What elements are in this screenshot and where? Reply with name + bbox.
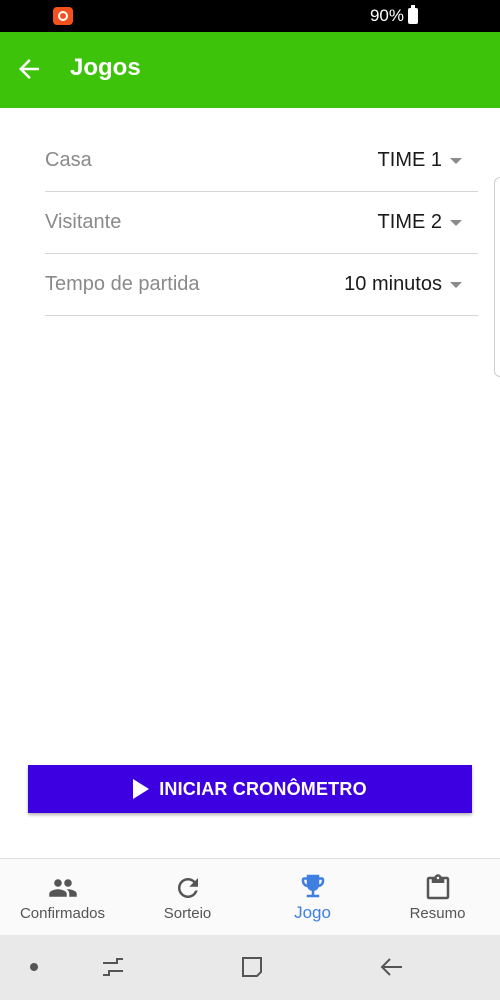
back-icon[interactable] (378, 953, 406, 981)
tempo-label: Tempo de partida (45, 273, 200, 295)
visitante-select[interactable]: TIME 2 (378, 211, 478, 234)
arrow-left-icon[interactable] (14, 54, 44, 84)
page-title: Jogos (70, 54, 141, 81)
system-nav-bar (0, 935, 500, 1000)
app-bar: Jogos (0, 32, 500, 108)
edge-panel-handle[interactable] (494, 177, 500, 377)
nav-item-resumo[interactable]: Resumo (375, 859, 500, 935)
bottom-nav: Confirmados Sorteio Jogo Resumo (0, 858, 500, 935)
casa-value: TIME 1 (377, 149, 442, 171)
nav-item-confirmados[interactable]: Confirmados (0, 859, 125, 935)
match-form: Casa TIME 1 Visitante TIME 2 Tempo de pa… (45, 130, 478, 316)
tempo-value: 10 minutos (344, 273, 442, 295)
status-right: 90% (369, 5, 418, 26)
home-icon[interactable] (238, 953, 266, 981)
battery-icon (408, 5, 418, 24)
nav-label-jogo: Jogo (294, 903, 331, 922)
trophy-icon (301, 874, 324, 898)
nav-item-sorteio[interactable]: Sorteio (125, 859, 250, 935)
play-icon (133, 779, 150, 799)
clipboard-icon (426, 873, 449, 899)
form-row-tempo: Tempo de partida 10 minutos (45, 254, 478, 316)
nav-label-confirmados: Confirmados (19, 904, 106, 922)
refresh-icon (177, 877, 198, 898)
start-timer-button[interactable]: INICIAR CRONÔMETRO (28, 765, 472, 813)
battery-percent: 90% (369, 6, 404, 25)
recent-apps-icon[interactable] (99, 953, 127, 981)
casa-label: Casa (45, 149, 92, 171)
status-bar: 90% (0, 0, 500, 32)
caret-down-icon (450, 219, 462, 226)
caret-down-icon (450, 281, 462, 288)
notification-app-icon (53, 7, 73, 25)
caret-down-icon (450, 157, 462, 164)
start-timer-label: INICIAR CRONÔMETRO (159, 778, 367, 799)
nav-item-jogo[interactable]: Jogo (250, 859, 375, 935)
people-icon (48, 878, 77, 897)
visitante-label: Visitante (45, 211, 122, 233)
casa-select[interactable]: TIME 1 (378, 149, 478, 172)
form-row-visitante: Visitante TIME 2 (45, 192, 478, 254)
dot-icon[interactable] (30, 963, 38, 971)
nav-label-sorteio: Sorteio (163, 904, 212, 922)
form-row-casa: Casa TIME 1 (45, 130, 478, 192)
nav-label-resumo: Resumo (409, 904, 466, 922)
tempo-select[interactable]: 10 minutos (344, 273, 478, 296)
visitante-value: TIME 2 (377, 211, 442, 233)
